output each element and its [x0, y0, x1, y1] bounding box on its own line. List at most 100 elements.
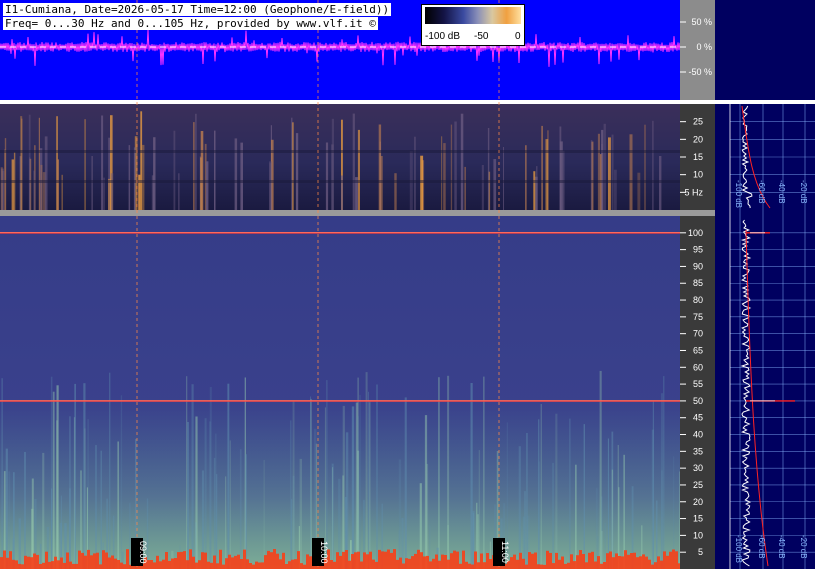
spectrogram-bottom-lowband [534, 552, 537, 569]
spectrogram-bottom-lowband [48, 561, 51, 569]
spectrogram-bottom-lowband [219, 549, 222, 569]
time-label: 09:00 [138, 541, 148, 564]
spectrogram-bottom-lowband [216, 563, 219, 569]
spectrogram-bottom-lowband [444, 555, 447, 569]
spectrogram-bottom-lowband [384, 551, 387, 569]
spectrogram-bottom-tick-label: 15 [693, 514, 703, 524]
spectrogram-bottom-tick-label: 45 [693, 413, 703, 423]
spectrogram-bottom-lowband [105, 552, 108, 569]
spectrogram-bottom-lowband [270, 552, 273, 569]
spectrogram-bottom-lowband [381, 551, 384, 569]
figure-svg: 50 % 0 % -50 % 5 Hz 10 15 20 25 5 10 15 20 25 30 35 40 4… [0, 0, 815, 569]
spectrogram-bottom-streak [404, 397, 407, 569]
spectrogram-top-tick-label: 5 Hz [684, 187, 703, 197]
spectrogram-bottom-streak [1, 378, 3, 569]
spectrogram-bottom-lowband [285, 564, 288, 569]
spectrogram-bottom-lowband [579, 550, 582, 569]
spectrogram-bottom-streak [5, 448, 8, 569]
spectrogram-top-streak [234, 138, 238, 210]
spectrogram-bottom-tick-label: 50 [693, 396, 703, 406]
spectrogram-top-streak [541, 125, 543, 210]
spectrogram-bottom-lowband [669, 551, 672, 569]
spectrogram-bottom-streak [209, 421, 211, 569]
spectrogram-top-streak [195, 113, 197, 210]
spectrogram-bottom-lowband [393, 549, 396, 569]
spectrogram-bottom-lowband [348, 560, 351, 569]
waveform-tick-label: -50 % [688, 67, 712, 77]
spectrogram-bottom-streak [359, 394, 361, 569]
spectrogram-top-streak [441, 136, 443, 210]
spectrogram-top-streak [295, 133, 299, 210]
spectrogram-top-streak [108, 178, 111, 210]
spectrogram-bottom-lowband [222, 564, 225, 569]
spectrogram-top-streak [56, 159, 59, 210]
spectrogram-bottom-lowband [474, 551, 477, 569]
spectrogram-bottom-streak [229, 440, 231, 569]
spectrogram-bottom-lowband [237, 554, 240, 569]
spectrogram-bottom-tick-label: 5 [698, 547, 703, 557]
spectrogram-top-streak [601, 144, 604, 210]
spectrogram-bottom-lowband [555, 552, 558, 569]
spectrogram-top-streak [142, 144, 145, 210]
spectrogram-top-streak [133, 147, 136, 210]
spectrogram-bottom-lowband [537, 564, 540, 569]
spectrogram-bottom-tick-label: 60 [693, 362, 703, 372]
spectrogram-bottom-lowband [240, 559, 243, 569]
spectrogram-bottom-lowband [243, 549, 246, 569]
spectrogram-top-streak [352, 113, 355, 210]
spectrogram-bottom-lowband [183, 551, 186, 569]
spectrogram-bottom-lowband [387, 549, 390, 569]
spectrogram-bottom-lowband [6, 557, 9, 569]
spectrogram-bottom-lowband [666, 555, 669, 569]
spectrogram-bottom-lowband [657, 556, 660, 569]
spectrogram-bottom-streak [617, 445, 619, 569]
spectrogram-bottom-lowband [543, 564, 546, 569]
spectrogram-bottom-tick-label: 65 [693, 345, 703, 355]
spectrogram-bottom-lowband [309, 556, 312, 569]
spectrogram-bottom-lowband [168, 560, 171, 569]
spectrogram-top-streak [291, 117, 293, 210]
spectrogram-bottom-lowband [198, 560, 201, 569]
spectrum-top-db-label: -100 dB [734, 180, 743, 208]
spectrogram-top-streak [611, 134, 614, 210]
spectrogram-bottom-lowband [540, 564, 543, 569]
spectrogram-bottom-streak [187, 422, 189, 569]
spectrogram-bottom-lowband [660, 560, 663, 569]
spectrogram-bottom-streak [555, 413, 558, 569]
spectrogram-bottom-streak [292, 401, 295, 569]
spectrogram-bottom-lowband [600, 563, 603, 569]
spectrogram-bottom-streak [357, 416, 359, 569]
spectrogram-bottom-lowband [108, 557, 111, 569]
spectrogram-bottom-lowband [177, 552, 180, 569]
spectrogram-bottom-lowband [96, 552, 99, 569]
spectrogram-bottom-tick-label: 35 [693, 446, 703, 456]
spectrum-top-db-label: -60 dB [757, 180, 766, 204]
spectrogram-bottom-streak [552, 462, 554, 569]
spectrogram-bottom-lowband [483, 562, 486, 569]
spectrogram-bottom-lowband [288, 561, 291, 569]
spectrogram-bottom-lowband [468, 563, 471, 569]
spectrogram-bottom-streak [651, 429, 654, 569]
spectrogram-top-streak [38, 117, 40, 210]
spectrogram-bottom-lowband [516, 559, 519, 569]
spectrogram-bottom-lowband [171, 558, 174, 569]
spectrogram-bottom-tick-label: 100 [688, 228, 703, 238]
spectrogram-bottom-lowband [24, 555, 27, 569]
spectrogram-bottom-lowband [603, 562, 606, 569]
spectrogram-bottom-lowband [486, 553, 489, 569]
spectrogram-bottom-lowband [552, 563, 555, 569]
spectrogram-bottom-lowband [522, 558, 525, 569]
spectrogram-bottom-streak [310, 398, 312, 569]
spectrogram-bottom-lowband [570, 554, 573, 569]
spectrogram-bottom-lowband [93, 553, 96, 569]
spectrogram-bottom-lowband [63, 562, 66, 569]
spectrogram-top-streak [394, 173, 397, 210]
spectrogram-bottom-lowband [546, 550, 549, 569]
spectrogram-bottom-streak [575, 464, 577, 569]
spectrogram-bottom-streak [225, 476, 227, 569]
spectrogram-bottom-lowband [111, 555, 114, 569]
spectrogram-bottom-lowband [84, 555, 87, 569]
spectrogram-bottom-lowband [27, 556, 30, 569]
spectrogram-bottom-lowband [414, 553, 417, 569]
spectrogram-bottom-lowband [297, 551, 300, 569]
